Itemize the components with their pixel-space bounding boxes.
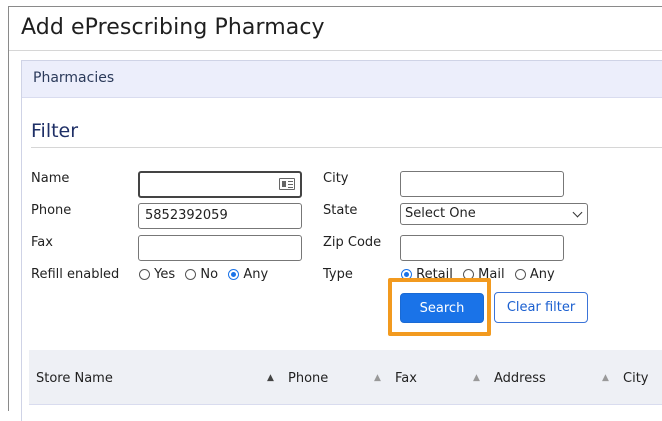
refill-option-yes[interactable]: Yes — [139, 267, 175, 282]
refill-yes-label: Yes — [154, 267, 176, 282]
dialog-title: Add ePrescribing Pharmacy — [21, 15, 325, 40]
column-city[interactable]: City — [623, 371, 648, 386]
dialog-window: Add ePrescribing Pharmacy Pharmacies Fil… — [8, 6, 662, 421]
sort-arrow-icon[interactable]: ▲ — [473, 371, 480, 385]
results-table-header: Store Name ▲ Phone ▲ Fax ▲ Address ▲ Cit… — [29, 350, 662, 405]
state-label: State — [323, 203, 358, 218]
filter-divider — [31, 147, 662, 148]
column-store-name[interactable]: Store Name — [36, 371, 113, 386]
refill-option-no[interactable]: No — [185, 267, 218, 282]
column-address[interactable]: Address — [494, 371, 546, 386]
contact-card-icon[interactable] — [279, 178, 295, 190]
sort-arrow-icon[interactable]: ▲ — [602, 371, 609, 385]
type-any-label: Any — [529, 267, 555, 282]
zip-input[interactable] — [400, 235, 564, 261]
chevron-down-icon — [572, 207, 583, 218]
zip-label: Zip Code — [323, 235, 382, 250]
column-phone[interactable]: Phone — [288, 371, 328, 386]
sort-arrow-icon[interactable]: ▲ — [374, 371, 381, 385]
panel-header: Pharmacies — [22, 61, 662, 98]
phone-value: 5852392059 — [145, 208, 228, 223]
sort-arrow-icon[interactable]: ▲ — [267, 371, 274, 385]
refill-no-label: No — [200, 267, 219, 282]
radio-checked-icon[interactable] — [228, 269, 240, 280]
refill-any-label: Any — [243, 267, 269, 282]
search-button[interactable]: Search — [400, 293, 484, 323]
name-label: Name — [31, 171, 70, 186]
type-label: Type — [323, 267, 353, 282]
phone-label: Phone — [31, 203, 72, 218]
fax-label: Fax — [31, 235, 53, 250]
column-fax[interactable]: Fax — [395, 371, 417, 386]
panel-header-label: Pharmacies — [33, 70, 115, 86]
refill-label: Refill enabled — [31, 267, 120, 282]
city-input[interactable] — [400, 171, 564, 197]
name-input[interactable] — [138, 171, 302, 198]
radio-icon[interactable] — [185, 269, 197, 280]
refill-radio-group: Yes No Any — [139, 267, 274, 282]
city-label: City — [323, 171, 349, 186]
phone-input[interactable]: 5852392059 — [138, 203, 302, 229]
state-selected-value: Select One — [405, 206, 476, 221]
type-option-any[interactable]: Any — [514, 267, 555, 282]
clear-filter-button[interactable]: Clear filter — [494, 292, 588, 323]
radio-icon[interactable] — [514, 269, 526, 280]
radio-icon[interactable] — [139, 269, 150, 280]
refill-option-any[interactable]: Any — [228, 267, 268, 282]
fax-input[interactable] — [138, 235, 302, 261]
title-divider — [9, 50, 662, 51]
filter-heading: Filter — [31, 120, 79, 142]
state-select[interactable]: Select One — [400, 203, 588, 225]
